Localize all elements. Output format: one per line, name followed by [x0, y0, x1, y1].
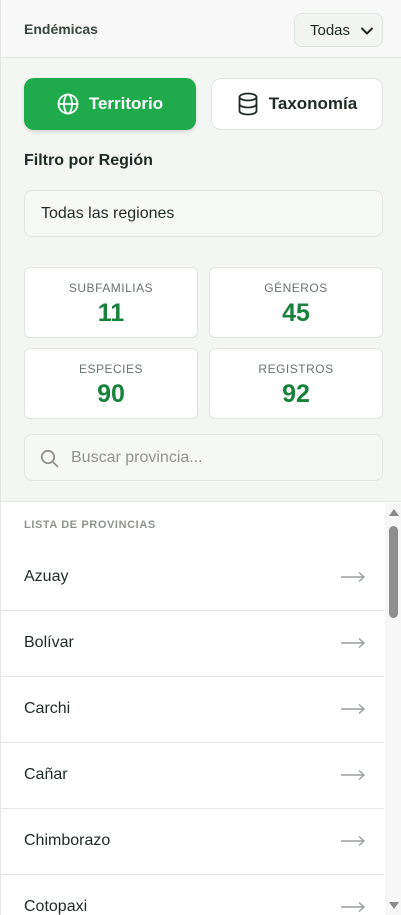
database-icon: [238, 92, 258, 116]
filter-panel: Territorio Taxonomía Filtro por Región T…: [1, 58, 401, 502]
search-icon: [40, 449, 59, 468]
stat-label: REGISTROS: [258, 362, 334, 376]
province-search: [24, 434, 383, 481]
region-filter-label: Filtro por Región: [24, 152, 153, 169]
scroll-up-arrow-icon[interactable]: [389, 509, 399, 516]
arrow-right-icon: [341, 571, 366, 583]
province-name: Bolívar: [24, 634, 74, 651]
stat-value: 45: [282, 299, 310, 327]
list-header: LISTA DE PROVINCIAS: [24, 519, 156, 531]
list-item-carchi[interactable]: Carchi: [1, 677, 384, 743]
stat-label: SUBFAMILIAS: [68, 281, 154, 295]
stat-card-subfamilias: SUBFAMILIAS 11: [24, 267, 198, 338]
chevron-down-icon: [361, 27, 373, 35]
list-scrollbar[interactable]: [385, 503, 401, 915]
region-select[interactable]: Todas las regiones: [24, 190, 383, 237]
app-title: Endémicas: [24, 21, 98, 37]
stat-card-generos: GÉNEROS 45: [209, 267, 383, 338]
arrow-right-icon: [341, 835, 366, 847]
arrow-right-icon: [341, 703, 366, 715]
province-name: Azuay: [24, 568, 69, 585]
region-select-value: Todas las regiones: [41, 204, 175, 222]
tab-taxonomia-label: Taxonomía: [268, 94, 358, 113]
globe-icon: [57, 93, 79, 115]
province-name: Cotopaxi: [24, 898, 88, 915]
stat-value: 92: [282, 380, 310, 408]
stat-label: ESPECIES: [78, 362, 144, 376]
province-name: Cañar: [24, 766, 68, 783]
sidebar-header: Endémicas Todas: [1, 0, 401, 58]
stat-card-especies: ESPECIES 90: [24, 348, 198, 419]
province-name: Carchi: [24, 700, 71, 717]
sidebar-panel: Endémicas Todas Territorio Taxonomía Fil…: [0, 0, 401, 915]
stat-card-registros: REGISTROS 92: [209, 348, 383, 419]
province-name: Chimborazo: [24, 832, 111, 849]
tab-territorio-label: Territorio: [88, 94, 164, 113]
stat-label: GÉNEROS: [264, 281, 328, 295]
arrow-right-icon: [341, 901, 366, 913]
tab-territorio[interactable]: Territorio: [24, 78, 196, 130]
endemic-filter-value: Todas: [310, 21, 351, 39]
arrow-right-icon: [341, 769, 366, 781]
stat-value: 90: [97, 380, 125, 408]
arrow-right-icon: [341, 637, 366, 649]
province-list: Azuay Bolívar Carchi Cañar Chimborazo Co…: [1, 545, 384, 915]
tab-taxonomia[interactable]: Taxonomía: [211, 78, 383, 130]
scrollbar-thumb[interactable]: [389, 526, 398, 618]
list-item-chimborazo[interactable]: Chimborazo: [1, 809, 384, 875]
scroll-down-arrow-icon[interactable]: [389, 902, 399, 909]
province-list-container: LISTA DE PROVINCIAS Azuay Bolívar Carchi…: [1, 503, 385, 915]
list-item-azuay[interactable]: Azuay: [1, 545, 384, 611]
endemic-filter-select[interactable]: Todas: [294, 13, 383, 47]
stat-value: 11: [97, 299, 125, 327]
list-item-bolivar[interactable]: Bolívar: [1, 611, 384, 677]
list-item-cotopaxi[interactable]: Cotopaxi: [1, 875, 384, 915]
list-item-canar[interactable]: Cañar: [1, 743, 384, 809]
search-input[interactable]: [71, 445, 371, 471]
